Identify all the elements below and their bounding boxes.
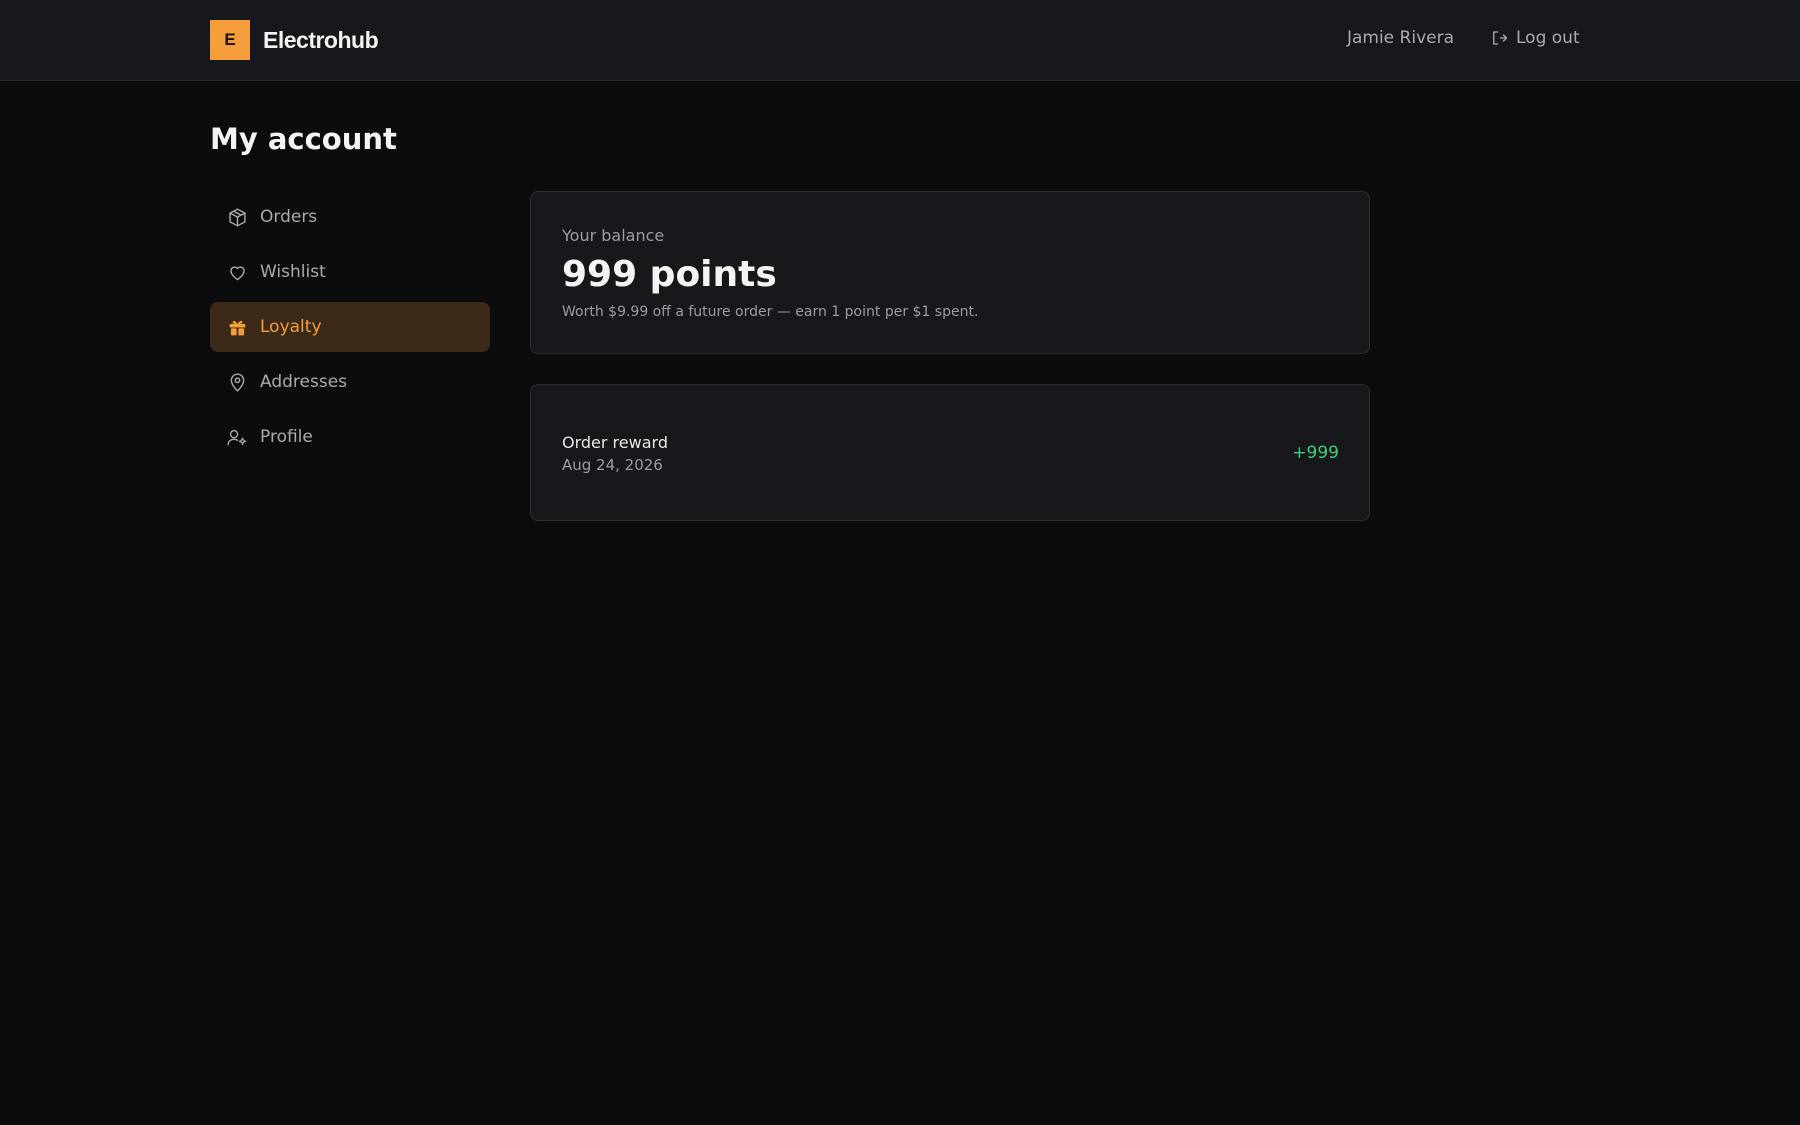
gift-icon [226, 316, 248, 338]
user-name[interactable]: Jamie Rivera [1347, 28, 1454, 48]
sidebar-item-label: Loyalty [260, 317, 322, 337]
top-bar: E Electrohub Jamie Rivera Log out [0, 0, 1800, 81]
account-sidebar: Orders Wishlist Loyalty Addresses Profil… [210, 192, 490, 467]
sidebar-item-label: Wishlist [260, 262, 326, 282]
sidebar-item-label: Addresses [260, 372, 348, 392]
history-item-title: Order reward [562, 433, 668, 452]
sidebar-item-wishlist[interactable]: Wishlist [210, 247, 490, 297]
map-pin-icon [226, 371, 248, 393]
brand-link[interactable]: E Electrohub [210, 20, 379, 60]
sidebar-item-label: Profile [260, 427, 313, 447]
points-history-card: Order reward Aug 24, 2026 +999 [530, 384, 1370, 521]
brand-name: Electrohub [263, 26, 379, 53]
balance-note: Worth $9.99 off a future order — earn 1 … [562, 304, 979, 320]
sidebar-item-label: Orders [260, 207, 318, 227]
balance-value: 999 points [562, 254, 777, 295]
user-cog-icon [226, 426, 248, 448]
heart-icon [226, 261, 248, 283]
sidebar-item-profile[interactable]: Profile [210, 412, 490, 462]
balance-label: Your balance [562, 226, 665, 245]
brand-logo: E [210, 20, 250, 60]
sidebar-item-addresses[interactable]: Addresses [210, 357, 490, 407]
page-title: My account [210, 122, 397, 156]
logout-button[interactable]: Log out [1490, 28, 1580, 48]
balance-card: Your balance 999 points Worth $9.99 off … [530, 191, 1370, 354]
logout-icon [1493, 31, 1508, 45]
box-icon [226, 206, 248, 228]
sidebar-item-loyalty[interactable]: Loyalty [210, 302, 490, 352]
history-item-date: Aug 24, 2026 [562, 456, 663, 474]
logout-label: Log out [1516, 28, 1580, 48]
sidebar-item-orders[interactable]: Orders [210, 192, 490, 242]
history-item-points: +999 [1292, 443, 1339, 463]
